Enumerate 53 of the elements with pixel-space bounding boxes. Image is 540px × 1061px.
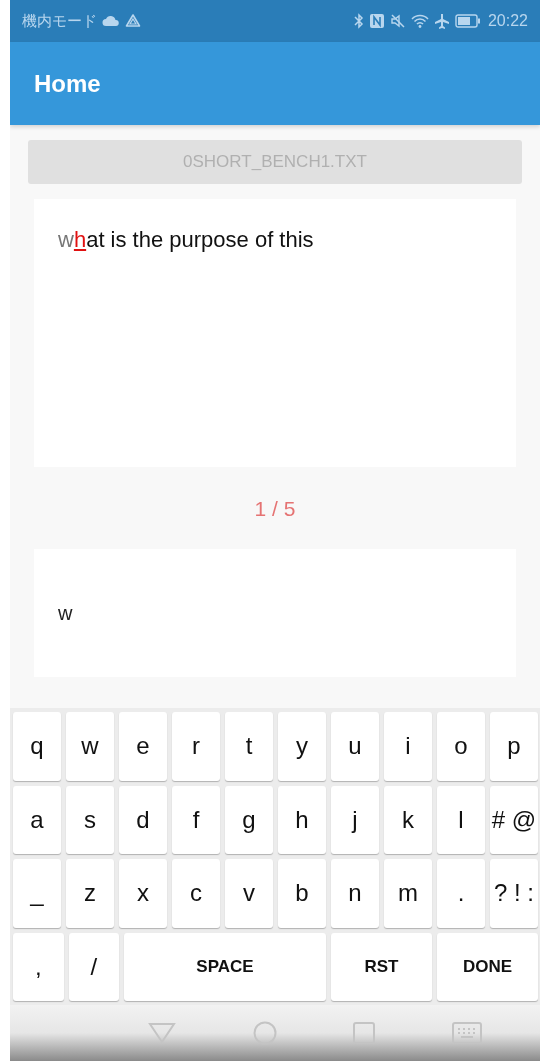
triangle-icon (125, 13, 141, 29)
keyboard-key[interactable]: r (172, 712, 220, 781)
keyboard-key[interactable]: o (437, 712, 485, 781)
nfc-icon (368, 13, 385, 29)
keyboard-key[interactable]: v (225, 859, 273, 928)
action-key[interactable]: RST (331, 932, 432, 1001)
progress-counter: 1 / 5 (253, 497, 297, 521)
keyboard-icon[interactable] (451, 1022, 482, 1044)
keyboard-key[interactable]: p (490, 712, 538, 781)
battery-icon (454, 14, 481, 28)
recents-icon[interactable] (353, 1022, 376, 1044)
keyboard-key[interactable]: # @ (490, 785, 538, 854)
keyboard-key[interactable]: _ (13, 859, 61, 928)
keyboard-key[interactable]: q (13, 712, 61, 781)
home-icon[interactable] (252, 1021, 277, 1045)
keyboard-key[interactable]: b (278, 859, 326, 928)
keyboard-key[interactable]: e (119, 712, 167, 781)
wifi-icon (410, 13, 429, 29)
keyboard-key[interactable]: n (331, 859, 379, 928)
airplane-icon (433, 13, 450, 29)
keyboard-key[interactable]: w (66, 712, 114, 781)
prompt-text: what is the purpose of this (58, 227, 314, 252)
space-key[interactable]: SPACE (124, 932, 326, 1001)
keyboard-key[interactable]: c (172, 859, 220, 928)
keyboard-key[interactable]: , (13, 932, 64, 1001)
keyboard-key[interactable]: / (68, 932, 119, 1001)
keyboard-key[interactable]: l (437, 785, 485, 854)
keyboard-key[interactable]: a (13, 785, 61, 854)
keyboard-key[interactable]: y (278, 712, 326, 781)
keyboard-key[interactable]: i (384, 712, 432, 781)
keyboard-key[interactable]: m (384, 859, 432, 928)
keyboard-key[interactable]: z (66, 859, 114, 928)
keyboard-key[interactable]: ? ! : (490, 859, 538, 928)
keyboard-key[interactable]: k (384, 785, 432, 854)
clock-time: 20:22 (487, 12, 528, 30)
back-icon[interactable] (148, 1022, 177, 1044)
keyboard-key[interactable]: d (119, 785, 167, 854)
keyboard-key[interactable]: t (225, 712, 273, 781)
airplane-mode-label: 機内モード (22, 11, 97, 31)
keyboard-key[interactable]: j (331, 785, 379, 854)
page-title: Home (34, 69, 101, 98)
keyboard-key[interactable]: x (119, 859, 167, 928)
action-key[interactable]: DONE (437, 932, 538, 1001)
keyboard-key[interactable]: h (278, 785, 326, 854)
bluetooth-icon (353, 13, 364, 29)
keyboard-key[interactable]: u (331, 712, 379, 781)
keyboard-key[interactable]: g (225, 785, 273, 854)
input-field[interactable]: w (34, 549, 516, 677)
keyboard-key[interactable]: s (66, 785, 114, 854)
keyboard-key[interactable]: f (172, 785, 220, 854)
cloud-icon (102, 15, 120, 27)
keyboard-key[interactable]: . (437, 859, 485, 928)
muted-speaker-icon (389, 13, 406, 29)
